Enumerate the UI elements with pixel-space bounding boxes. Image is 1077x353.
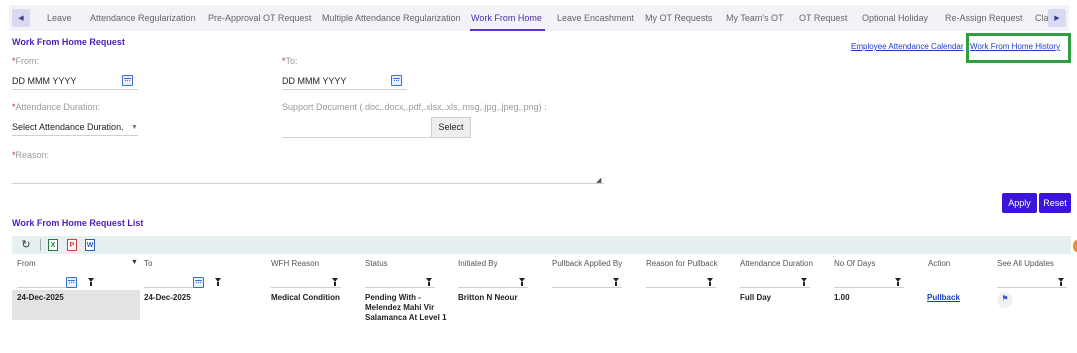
cell-status: Pending With -Melendez Mahi Vir Salamanc… xyxy=(365,293,447,322)
list-title: Work From Home Request List xyxy=(12,218,144,228)
tab-pre-approval-ot-request[interactable]: Pre-Approval OT Request xyxy=(208,5,311,31)
attendance-duration-label: *Attendance Duration: xyxy=(12,102,101,112)
col-header-no-of-days[interactable]: No Of Days xyxy=(834,259,875,268)
pdf-icon[interactable]: P xyxy=(67,239,77,251)
history-link-highlight xyxy=(966,33,1071,63)
tab-ot-request[interactable]: OT Request xyxy=(799,5,847,31)
scroll-indicator xyxy=(1073,240,1077,252)
select-file-button[interactable]: Select xyxy=(431,117,471,138)
reason-label: *Reason: xyxy=(12,150,50,160)
filter-to-calendar-icon[interactable] xyxy=(193,277,204,288)
tab-attendance-regularization[interactable]: Attendance Regularization xyxy=(90,5,196,31)
filter-input-wfh-reason[interactable] xyxy=(271,287,341,288)
col-header-attendance-duration[interactable]: Attendance Duration xyxy=(740,259,813,268)
active-tab-indicator xyxy=(470,29,545,31)
to-label: *To: xyxy=(282,56,298,66)
filter-input-initiated-by[interactable] xyxy=(458,287,528,288)
resize-handle-icon[interactable]: ◢ xyxy=(596,176,601,184)
col-header-wfh-reason[interactable]: WFH Reason xyxy=(271,259,319,268)
cell-initiated-by: Britton N Neour xyxy=(458,293,518,302)
tab-leave[interactable]: Leave xyxy=(47,5,72,31)
from-calendar-icon[interactable] xyxy=(122,75,133,86)
cell-from: 24-Dec-2025 xyxy=(17,293,64,302)
col-header-to[interactable]: To xyxy=(144,259,152,268)
filter-initiated-by-icon[interactable] xyxy=(519,278,525,286)
tab-bar: ◀ Leave Attendance Regularization Pre-Ap… xyxy=(9,5,1069,31)
from-label: *From: xyxy=(12,56,40,66)
to-calendar-icon[interactable] xyxy=(391,75,402,86)
filter-no-of-days-icon[interactable] xyxy=(895,278,901,286)
support-document-label: Support Document (.doc,.docx,.pdf,.xlsx,… xyxy=(282,102,547,112)
filter-to-icon[interactable] xyxy=(215,278,221,286)
tab-leave-encashment[interactable]: Leave Encashment xyxy=(557,5,634,31)
tab-multiple-attendance-regularization[interactable]: Multiple Attendance Regularization xyxy=(322,5,461,31)
col-header-from[interactable]: From xyxy=(17,259,36,268)
employee-attendance-calendar-link[interactable]: Employee Attendance Calendar xyxy=(851,42,964,51)
filter-pullback-applied-by-icon[interactable] xyxy=(613,278,619,286)
filter-attendance-duration-icon[interactable] xyxy=(801,278,807,286)
filter-from-icon[interactable] xyxy=(88,278,94,286)
reset-button[interactable]: Reset xyxy=(1039,193,1071,213)
col-header-see-all-updates: See All Updates xyxy=(997,259,1054,268)
sort-desc-icon[interactable]: ▼ xyxy=(131,259,138,266)
filter-input-see-all-updates[interactable] xyxy=(997,287,1067,288)
refresh-icon[interactable]: ↻ xyxy=(20,239,32,251)
toolbar-divider xyxy=(40,239,41,251)
tab-scroll-right-icon[interactable]: ▶ xyxy=(1048,9,1066,27)
filter-input-pullback-applied-by[interactable] xyxy=(552,287,622,288)
filter-input-status[interactable] xyxy=(365,287,435,288)
filter-from-calendar-icon[interactable] xyxy=(66,277,77,288)
tab-work-from-home[interactable]: Work From Home xyxy=(471,5,542,31)
tab-my-teams-ot[interactable]: My Team's OT xyxy=(726,5,784,31)
col-header-action: Action xyxy=(928,259,951,268)
filter-status-icon[interactable] xyxy=(426,278,432,286)
to-date-field[interactable]: DD MMM YYYY xyxy=(282,72,407,90)
col-header-reason-for-pullback[interactable]: Reason for Pullback xyxy=(646,259,718,268)
filter-input-attendance-duration[interactable] xyxy=(740,287,810,288)
form-title: Work From Home Request xyxy=(12,37,125,47)
attendance-duration-select[interactable]: Select Attendance Duration. xyxy=(12,118,138,136)
word-icon[interactable]: W xyxy=(85,239,95,251)
grid-toolbar: ↻ X P W xyxy=(12,236,1071,254)
see-updates-icon[interactable]: ⚑ xyxy=(997,292,1013,308)
cell-attendance-duration: Full Day xyxy=(740,293,772,302)
cell-wfh-reason: Medical Condition xyxy=(271,293,340,302)
apply-button[interactable]: Apply xyxy=(1002,193,1037,213)
tab-re-assign-request[interactable]: Re-Assign Request xyxy=(945,5,1023,31)
cell-no-of-days: 1.00 xyxy=(834,293,850,302)
cell-to: 24-Dec-2025 xyxy=(144,293,191,302)
pullback-link[interactable]: Pullback xyxy=(927,293,960,302)
tab-scroll-left-icon[interactable]: ◀ xyxy=(12,9,30,27)
chevron-down-icon: ▼ xyxy=(131,124,138,131)
from-date-field[interactable]: DD MMM YYYY xyxy=(12,72,138,90)
filter-see-all-updates-icon[interactable] xyxy=(1058,278,1064,286)
col-header-initiated-by[interactable]: Initiated By xyxy=(458,259,498,268)
reason-textarea[interactable] xyxy=(12,166,604,184)
tab-my-ot-requests[interactable]: My OT Requests xyxy=(645,5,712,31)
tab-claims[interactable]: Cla xyxy=(1035,5,1049,31)
col-header-status[interactable]: Status xyxy=(365,259,388,268)
tab-optional-holiday[interactable]: Optional Holiday xyxy=(862,5,928,31)
filter-input-reason-for-pullback[interactable] xyxy=(646,287,716,288)
filter-input-no-of-days[interactable] xyxy=(834,287,904,288)
support-document-input[interactable] xyxy=(282,120,431,138)
filter-reason-for-pullback-icon[interactable] xyxy=(707,278,713,286)
col-header-pullback-applied-by[interactable]: Pullback Applied By xyxy=(552,259,622,268)
filter-wfh-reason-icon[interactable] xyxy=(332,278,338,286)
excel-icon[interactable]: X xyxy=(48,239,58,251)
